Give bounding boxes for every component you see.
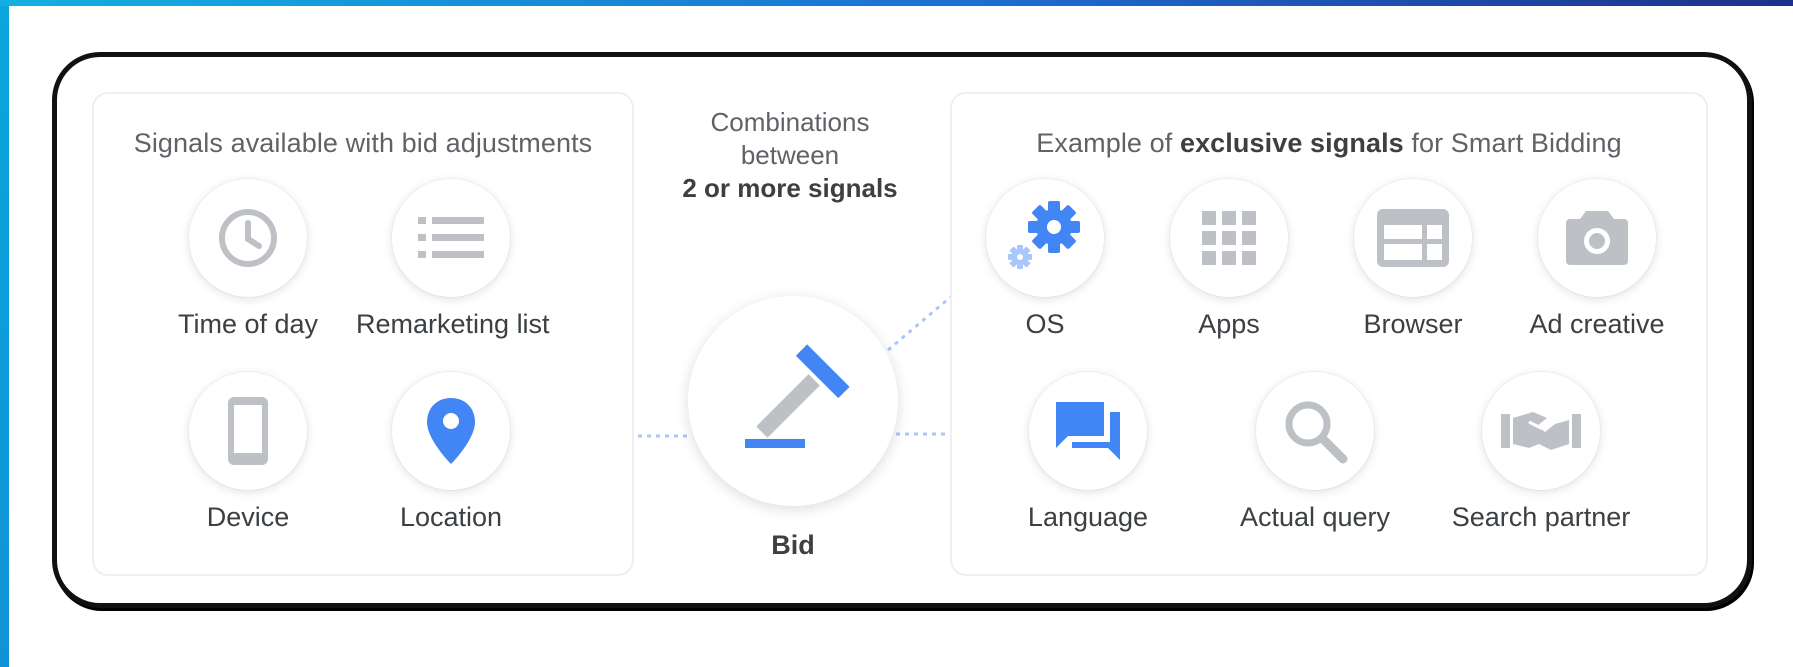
icon-circle xyxy=(189,372,307,490)
caption-line-1: Combinations xyxy=(710,107,870,137)
caption-line-2: between xyxy=(740,140,840,170)
signal-os: OS xyxy=(950,179,1140,340)
signal-browser: Browser xyxy=(1318,179,1508,340)
signal-ad-creative: Ad creative xyxy=(1502,179,1692,340)
signal-label: Apps xyxy=(1198,309,1260,339)
signal-label: Actual query xyxy=(1239,502,1391,532)
smartphone-icon xyxy=(228,397,268,465)
apps-grid-icon xyxy=(1202,211,1256,265)
signal-remarketing-list: Remarketing list xyxy=(356,179,550,340)
clock-icon xyxy=(219,209,277,267)
camera-icon xyxy=(1566,211,1628,265)
signal-apps: Apps xyxy=(1134,179,1324,340)
signal-label: Time of day xyxy=(177,309,319,339)
title-suffix: for Smart Bidding xyxy=(1403,128,1622,158)
gear-icon xyxy=(1008,201,1080,269)
icon-circle xyxy=(1354,179,1472,297)
icon-circle xyxy=(1256,372,1374,490)
icon-circle xyxy=(392,372,510,490)
signal-label: Search partner xyxy=(1451,502,1631,532)
signal-language: Language xyxy=(993,372,1183,533)
icon-circle xyxy=(1170,179,1288,297)
signal-location: Location xyxy=(356,372,546,533)
panel-title: Example of exclusive signals for Smart B… xyxy=(952,128,1706,159)
signal-actual-query: Actual query xyxy=(1220,372,1410,533)
signal-device: Device xyxy=(153,372,343,533)
signal-label: OS xyxy=(1025,309,1065,339)
browser-window-icon xyxy=(1377,209,1449,267)
icon-circle xyxy=(986,179,1104,297)
combinations-caption: Combinations between 2 or more signals xyxy=(660,106,920,205)
handshake-icon xyxy=(1501,412,1581,450)
search-icon xyxy=(1285,401,1348,464)
exclusive-signals-panel: Example of exclusive signals for Smart B… xyxy=(950,92,1708,576)
signal-label: Location xyxy=(399,502,503,532)
bid-adjustments-panel: Signals available with bid adjustments T… xyxy=(92,92,634,576)
icon-circle xyxy=(1538,179,1656,297)
icon-circle xyxy=(392,179,510,297)
signal-search-partner: Search partner xyxy=(1446,372,1636,533)
location-pin-icon xyxy=(427,398,475,464)
list-icon xyxy=(418,217,484,258)
icon-circle xyxy=(189,179,307,297)
signal-time-of-day: Time of day xyxy=(153,179,343,340)
signal-label: Browser xyxy=(1363,309,1463,339)
gavel-icon xyxy=(745,344,850,448)
signal-label: Remarketing list xyxy=(356,309,550,339)
icon-circle xyxy=(1482,372,1600,490)
signal-label: Language xyxy=(1027,502,1149,532)
chat-bubbles-icon xyxy=(1056,402,1120,460)
title-bold: exclusive signals xyxy=(1179,128,1404,158)
bid-label: Bid xyxy=(771,530,815,560)
signal-label: Device xyxy=(206,502,290,532)
icon-circle xyxy=(1029,372,1147,490)
signal-label: Ad creative xyxy=(1529,309,1665,339)
title-prefix: Example of xyxy=(1036,128,1180,158)
caption-line-3: 2 or more signals xyxy=(682,173,898,203)
bid-circle xyxy=(688,296,898,506)
panel-title: Signals available with bid adjustments xyxy=(133,128,593,158)
